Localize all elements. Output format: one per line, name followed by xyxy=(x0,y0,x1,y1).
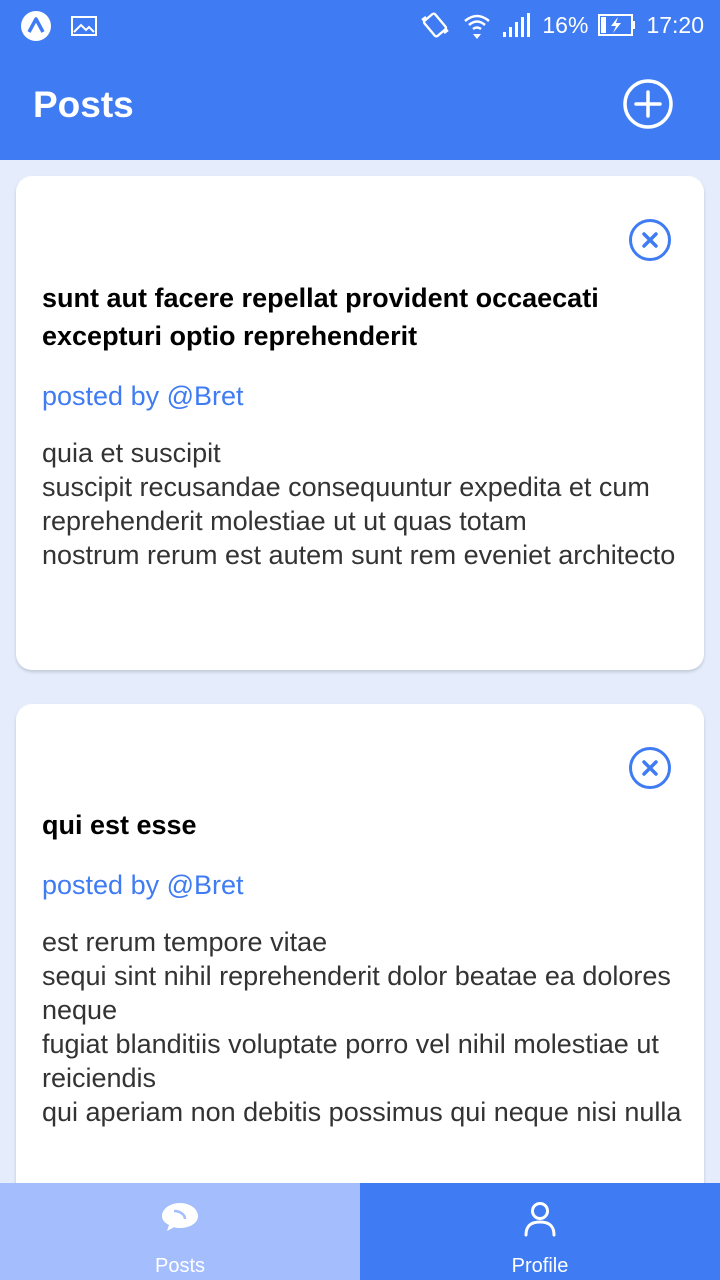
vibrate-icon xyxy=(421,12,450,38)
post-author: posted by @Bret xyxy=(42,870,244,900)
tab-profile[interactable]: Profile xyxy=(360,1183,720,1280)
add-circle-icon xyxy=(623,79,673,129)
tab-posts-label: Posts xyxy=(154,1255,206,1277)
chat-bubbles-icon xyxy=(162,1203,198,1231)
image-notification-icon xyxy=(71,16,97,36)
bottom-tab-bar: Posts Profile xyxy=(0,1183,720,1280)
add-post-button[interactable] xyxy=(622,78,674,130)
posts-list[interactable]: sunt aut facere repellat provident occae… xyxy=(0,160,720,1183)
person-icon xyxy=(524,1202,556,1237)
wifi-icon xyxy=(464,14,491,39)
post-title: sunt aut facere repellat provident occae… xyxy=(42,283,599,351)
app-bar: Posts xyxy=(0,50,720,160)
post-author: posted by @Bret xyxy=(42,381,244,411)
tab-posts[interactable]: Posts xyxy=(0,1183,360,1280)
battery-percent: 16% xyxy=(542,11,589,38)
post-body: quia et suscipit suscipit recusandae con… xyxy=(42,438,676,570)
post-title: qui est esse xyxy=(42,810,197,840)
status-bar: 16% 17:20 xyxy=(0,0,720,50)
battery-charging-icon xyxy=(598,14,636,36)
post-card: sunt aut facere repellat provident occae… xyxy=(16,176,704,670)
signal-icon xyxy=(503,13,531,37)
post-card: qui est esse posted by @Bret est rerum t… xyxy=(16,704,704,1183)
tab-profile-label: Profile xyxy=(511,1255,569,1277)
close-circle-icon xyxy=(629,219,671,261)
delete-post-button[interactable] xyxy=(628,746,672,790)
close-circle-icon xyxy=(629,747,671,789)
page-title: Posts xyxy=(33,84,134,125)
delete-post-button[interactable] xyxy=(628,218,672,262)
post-body: est rerum tempore vitae sequi sint nihil… xyxy=(42,927,682,1127)
app-notification-icon xyxy=(21,11,51,41)
clock: 17:20 xyxy=(646,11,704,38)
